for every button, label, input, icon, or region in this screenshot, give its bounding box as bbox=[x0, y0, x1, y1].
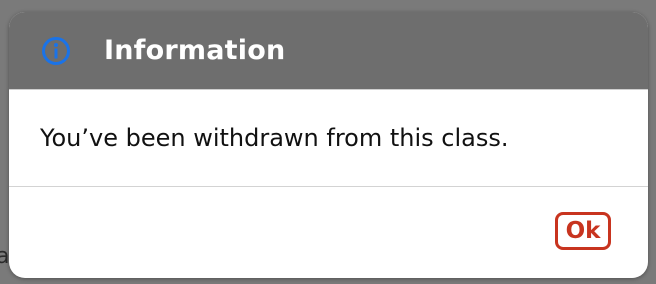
dialog-title: Information bbox=[104, 35, 286, 66]
dialog-footer: Ok bbox=[9, 187, 648, 278]
ok-button[interactable]: Ok bbox=[555, 212, 611, 250]
dialog-header: Information bbox=[9, 12, 648, 90]
info-icon bbox=[41, 36, 71, 66]
dialog-message: You’ve been withdrawn from this class. bbox=[40, 124, 509, 152]
dialog-body: You’ve been withdrawn from this class. bbox=[9, 90, 648, 187]
information-dialog: Information You’ve been withdrawn from t… bbox=[9, 12, 648, 278]
